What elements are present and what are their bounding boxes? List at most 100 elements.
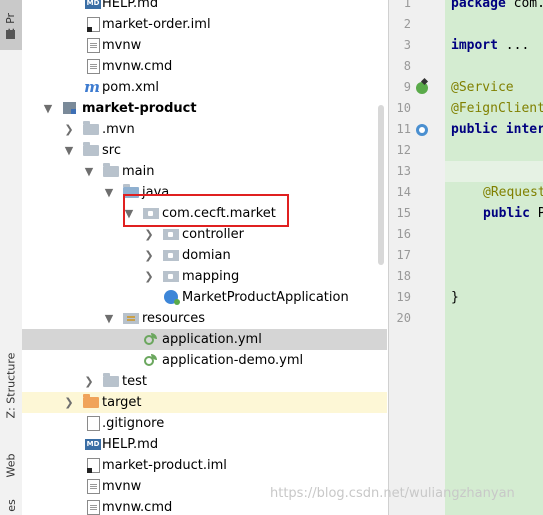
tree-item[interactable]: ▼ src [22,140,387,161]
web-tool-tab-label: Web [4,453,18,477]
chevron-right-icon[interactable]: ❯ [63,392,75,413]
chevron-down-icon[interactable]: ▼ [83,161,95,182]
tree-item[interactable]: ❯ .mvn [22,119,387,140]
module-folder-icon [63,102,76,114]
code-line: public inter [451,122,543,137]
code-line: } [451,290,459,305]
tree-item-label: target [102,395,142,410]
tree-item[interactable]: ❯ test [22,371,387,392]
tree-item-label: mvnw [102,479,142,494]
current-line-highlight [445,161,543,182]
project-tree: MD HELP.md market-order.iml mvnw mvnw.cm… [22,0,387,515]
tree-item-label: main [122,164,155,179]
tree-item[interactable]: mvnw.cmd [22,56,387,77]
chevron-down-icon[interactable]: ▼ [103,182,115,203]
file-icon [87,500,100,515]
tree-item-label: market-order.iml [102,17,211,32]
folder-icon [83,121,99,135]
other-tool-tab-label: es [4,498,18,512]
package-icon [163,271,179,282]
tree-item-label: mvnw.cmd [102,59,173,74]
tree-item-label: resources [142,311,206,326]
tree-item-selected[interactable]: application.yml [22,329,387,350]
implemented-interface-icon[interactable] [416,124,428,136]
markdown-file-icon: MD [85,439,101,450]
gitignore-file-icon [87,416,100,431]
chevron-down-icon[interactable]: ▼ [63,140,75,161]
tree-item-label: .mvn [102,122,135,137]
tree-item-label: HELP.md [102,437,159,452]
iml-file-icon [87,17,100,32]
chevron-down-icon[interactable]: ▼ [103,308,115,329]
chevron-right-icon[interactable]: ❯ [83,371,95,392]
structure-tool-tab-label: Z: Structure [4,352,18,418]
line-number: 1 [403,0,411,10]
line-number: 3 [403,38,411,52]
line-number: 16 [396,227,411,241]
code-line: package com. [451,0,543,11]
highlight-annotation-box [123,194,289,227]
resources-folder-icon [123,313,139,324]
tree-item[interactable]: .gitignore [22,413,387,434]
tree-item[interactable]: ❯ domian [22,245,387,266]
tree-item[interactable]: ❯ target [22,392,387,413]
spring-bean-icon[interactable] [416,82,428,94]
tree-item[interactable]: MD HELP.md [22,434,387,455]
tree-item[interactable]: market-order.iml [22,14,387,35]
tree-item[interactable]: m pom.xml [22,77,387,98]
tree-item[interactable]: ▼ main [22,161,387,182]
tree-item-label: src [102,143,121,158]
code-line: public P [483,206,543,221]
line-number: 12 [396,143,411,157]
structure-tool-tab[interactable]: Z: Structure [0,340,22,430]
tree-item[interactable]: ❯ mapping [22,266,387,287]
tree-item-label: market-product.iml [102,458,227,473]
line-number: 9 [403,80,411,94]
tree-item[interactable]: market-product.iml [22,455,387,476]
code-editor[interactable]: package com. import ... @Service @FeignC… [445,0,543,515]
line-number: 15 [396,206,411,220]
tree-item[interactable]: mvnw [22,35,387,56]
code-line: @FeignClient [451,101,543,116]
line-number: 20 [396,311,411,325]
folder-icon [103,373,119,387]
chevron-right-icon[interactable]: ❯ [143,266,155,287]
tree-item-label: mvnw.cmd [102,500,173,515]
file-icon [87,479,100,494]
tree-item-label: mapping [182,269,240,284]
line-number: 14 [396,185,411,199]
tree-scrollbar[interactable] [378,105,384,265]
chevron-right-icon[interactable]: ❯ [143,245,155,266]
excluded-folder-icon [83,394,99,408]
line-number: 13 [396,164,411,178]
tree-item-label: test [122,374,147,389]
iml-file-icon [87,458,100,473]
line-number: 19 [396,290,411,304]
markdown-file-icon: MD [85,0,101,9]
editor-gutter: 1 2 3 8 9 10 11 12 13 14 15 16 17 18 19 … [388,0,446,515]
tree-item[interactable]: MD HELP.md [22,0,387,14]
folder-icon [83,142,99,156]
tree-item[interactable]: application-demo.yml [22,350,387,371]
tree-item[interactable]: ▼ resources [22,308,387,329]
tree-item[interactable]: ❯ controller [22,224,387,245]
tree-item-module[interactable]: ▼ market-product [22,98,387,119]
tool-window-strip: 1: Pr Z: Structure Web es [0,0,23,515]
package-icon [163,229,179,240]
file-icon [87,59,100,74]
line-number: 17 [396,248,411,262]
chevron-right-icon[interactable]: ❯ [63,119,75,140]
tree-item-label: .gitignore [102,416,165,431]
folder-icon [103,163,119,177]
spring-yml-icon [144,333,158,347]
web-tool-tab[interactable]: Web [0,440,22,490]
package-icon [163,250,179,261]
chevron-right-icon[interactable]: ❯ [143,224,155,245]
other-tool-tab[interactable]: es [0,495,22,515]
tree-item[interactable]: MarketProductApplication [22,287,387,308]
spring-yml-icon [144,354,158,368]
project-tool-tab[interactable]: 1: Pr [0,0,22,50]
code-line: import ... [451,38,530,53]
chevron-down-icon[interactable]: ▼ [42,98,54,119]
line-number: 8 [403,59,411,73]
